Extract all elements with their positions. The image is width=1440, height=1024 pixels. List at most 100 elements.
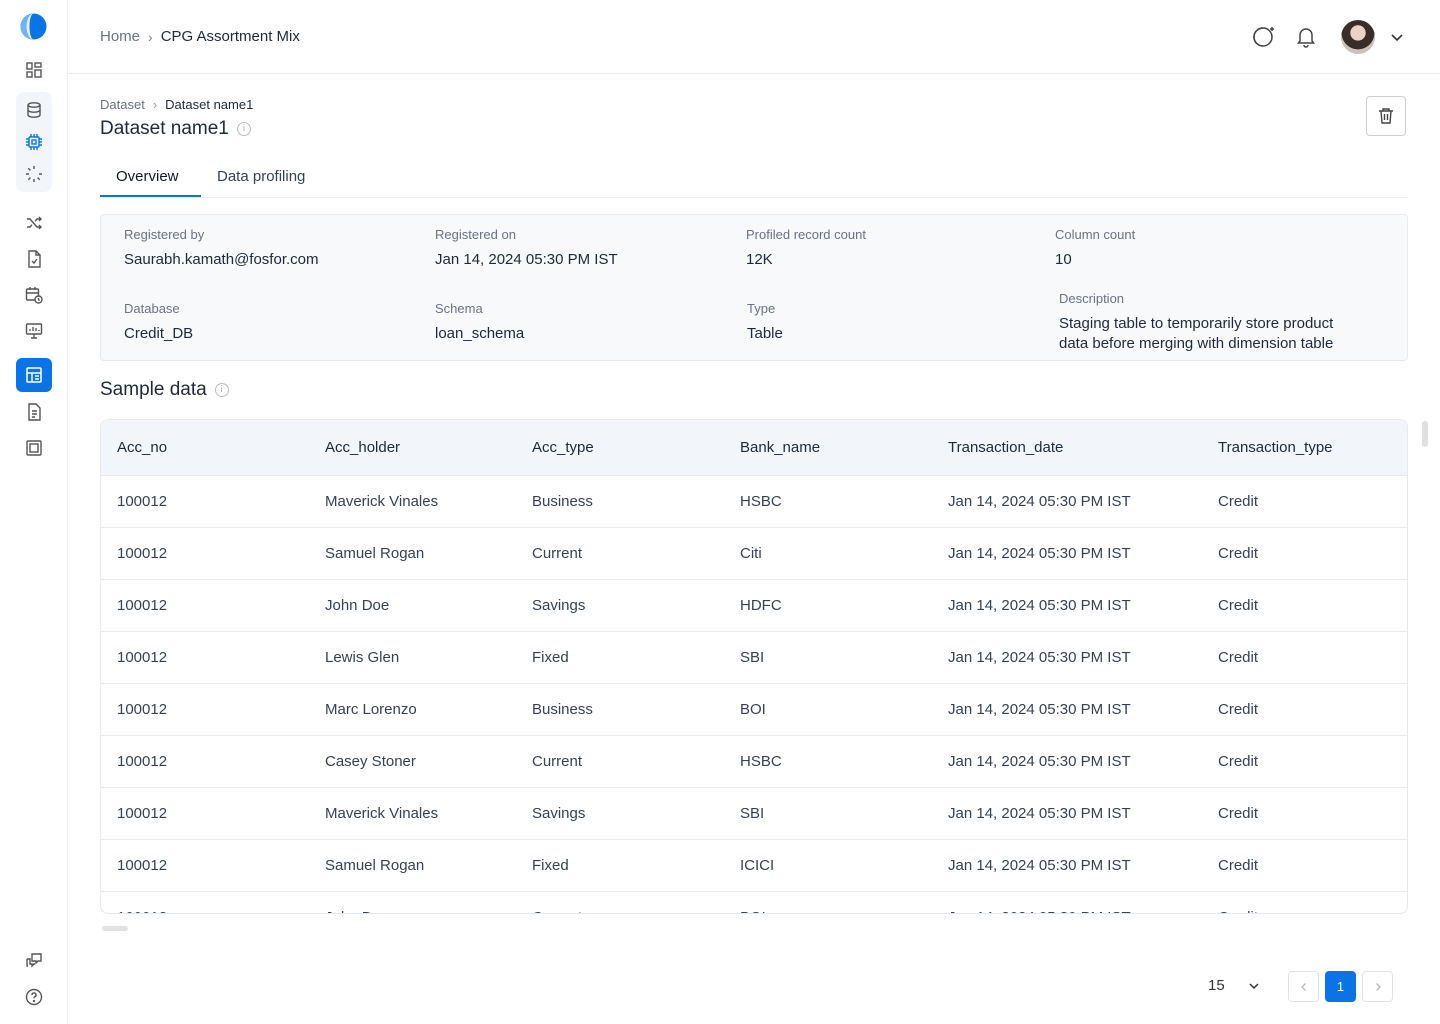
- meta-column-count: Column count 10: [1055, 227, 1136, 268]
- table-cell: Jan 14, 2024 05:30 PM IST: [932, 527, 1202, 580]
- table-row[interactable]: 100012 John Doe Savings HDFC Jan 14, 2024 05…: [101, 579, 1407, 632]
- chevron-down-icon: [1249, 982, 1259, 989]
- table-cell: Credit: [1202, 475, 1407, 528]
- table-body: 100012 Maverick Vinales Business HSBC Jan 14…: [101, 475, 1407, 913]
- loader-icon[interactable]: [16, 157, 52, 191]
- sample-data-title: Sample data: [100, 379, 207, 400]
- table-cell: Credit: [1202, 787, 1407, 840]
- file-check-icon[interactable]: [16, 242, 52, 276]
- column-header-bank-name[interactable]: Bank_name: [724, 420, 932, 476]
- meta-description: Description Staging table to temporarily…: [1059, 291, 1334, 352]
- table-cell: Jan 14, 2024 05:30 PM IST: [932, 839, 1202, 892]
- chevron-right-icon: ›: [148, 28, 153, 45]
- meta-profiled-record-count: Profiled record count 12K: [746, 227, 866, 268]
- database-icon[interactable]: [16, 93, 52, 127]
- table-cell: John Doe: [309, 891, 516, 913]
- bell-icon[interactable]: [1293, 24, 1319, 50]
- chevron-right-icon: [1375, 982, 1381, 991]
- horizontal-scrollbar[interactable]: [102, 926, 128, 931]
- sidebar: [0, 0, 68, 1024]
- table-cell: Maverick Vinales: [309, 475, 516, 528]
- table-cell: 100012: [101, 475, 309, 528]
- calendar-clock-icon[interactable]: [16, 278, 52, 312]
- table-cell: Savings: [516, 579, 724, 632]
- table-cell: HDFC: [724, 579, 932, 632]
- table-cell: Credit: [1202, 839, 1407, 892]
- feedback-icon[interactable]: [16, 944, 52, 978]
- dataset-icon[interactable]: [16, 358, 52, 392]
- table-row[interactable]: 100012John DoeCurrentBOIJan 14, 2024 05:…: [101, 891, 1407, 913]
- column-header-acc-no[interactable]: Acc_no: [101, 420, 309, 476]
- table-cell: Jan 14, 2024 05:30 PM IST: [932, 891, 1202, 913]
- table-row[interactable]: 100012 Maverick Vinales Business HSBC Jan 14…: [101, 475, 1407, 528]
- table-cell: 100012: [101, 631, 309, 684]
- table-cell: Jan 14, 2024 05:30 PM IST: [932, 475, 1202, 528]
- table-row[interactable]: 100012 Lewis Glen Fixed SBI Jan 14, 2024 05:…: [101, 631, 1407, 684]
- table-cell: Casey Stoner: [309, 735, 516, 788]
- frame-icon[interactable]: [16, 431, 52, 465]
- shuffle-icon[interactable]: [16, 206, 52, 240]
- next-page-button[interactable]: [1362, 971, 1393, 1002]
- column-header-acc-type[interactable]: Acc_type: [516, 420, 724, 476]
- info-icon[interactable]: i: [214, 383, 229, 397]
- info-icon[interactable]: i: [236, 122, 251, 136]
- column-header-transaction-type[interactable]: Transaction_type: [1202, 420, 1407, 476]
- table-cell: 100012: [101, 839, 309, 892]
- table-cell: Samuel Rogan: [309, 527, 516, 580]
- logo-icon[interactable]: [20, 13, 47, 40]
- table-row[interactable]: 100012 Maverick Vinales Savings SBI Jan 14, …: [101, 787, 1407, 840]
- table-cell: 100012: [101, 683, 309, 736]
- help-icon[interactable]: [16, 980, 52, 1014]
- monitor-chart-icon[interactable]: [16, 314, 52, 348]
- table-cell: Credit: [1202, 683, 1407, 736]
- sub-breadcrumb-parent[interactable]: Dataset: [100, 97, 145, 112]
- meta-type: Type Table: [747, 301, 783, 342]
- table-cell: ICICI: [724, 839, 932, 892]
- sample-data-table-container[interactable]: Acc_no Acc_holder Acc_type Bank_name Transac…: [100, 419, 1408, 914]
- column-header-acc-holder[interactable]: Acc_holder: [309, 420, 516, 476]
- tab-overview[interactable]: Overview: [116, 168, 179, 197]
- column-header-transaction-date[interactable]: Transaction_date: [932, 420, 1202, 476]
- page-button-current[interactable]: 1: [1325, 971, 1356, 1002]
- breadcrumb-home[interactable]: Home: [100, 28, 140, 45]
- prev-page-button[interactable]: [1288, 971, 1319, 1002]
- table-row[interactable]: 100012 Marc Lorenzo Business BOI Jan 14, 202…: [101, 683, 1407, 736]
- table-cell: Lewis Glen: [309, 631, 516, 684]
- tab-data-profiling[interactable]: Data profiling: [217, 168, 305, 197]
- table-cell: HSBC: [724, 735, 932, 788]
- meta-database: Database Credit_DB: [124, 301, 194, 342]
- dashboard-icon[interactable]: [16, 53, 52, 87]
- table-row[interactable]: 100012 Samuel Rogan Fixed ICICI Jan 14, 2024…: [101, 839, 1407, 892]
- table-cell: Current: [516, 527, 724, 580]
- table-cell: 100012: [101, 735, 309, 788]
- app-root: Home › CPG Assortment Mix Dataset › Data…: [0, 0, 1440, 1024]
- chip-icon[interactable]: [16, 125, 52, 159]
- delete-button[interactable]: [1366, 96, 1406, 136]
- table-cell: BOI: [724, 891, 932, 913]
- top-header: Home › CPG Assortment Mix: [68, 0, 1440, 74]
- page-title-row: Dataset name1 i: [100, 118, 251, 140]
- table-cell: Credit: [1202, 735, 1407, 788]
- table-header-row: Acc_no Acc_holder Acc_type Bank_name Transac…: [101, 420, 1407, 476]
- file-doc-icon[interactable]: [16, 395, 52, 429]
- table-row[interactable]: 100012 Casey Stoner Current HSBC Jan 14, 202…: [101, 735, 1407, 788]
- table-cell: Jan 14, 2024 05:30 PM IST: [932, 579, 1202, 632]
- tab-bar: Overview Data profiling: [100, 158, 1408, 198]
- chevron-down-icon[interactable]: [1388, 28, 1406, 46]
- meta-registered-by: Registered by Saurabh.kamath@fosfor.com: [124, 227, 319, 268]
- sub-breadcrumb: Dataset › Dataset name1: [100, 97, 253, 112]
- theme-toggle-icon[interactable]: [1251, 24, 1277, 50]
- vertical-scrollbar[interactable]: [1422, 421, 1428, 447]
- table-cell: Citi: [724, 527, 932, 580]
- table-cell: Jan 14, 2024 05:30 PM IST: [932, 735, 1202, 788]
- table-row[interactable]: 100012 Samuel Rogan Current Citi Jan 14, 202…: [101, 527, 1407, 580]
- avatar[interactable]: [1341, 20, 1375, 54]
- page-size-select[interactable]: 15: [1208, 977, 1261, 994]
- table-cell: Marc Lorenzo: [309, 683, 516, 736]
- table-cell: Credit: [1202, 527, 1407, 580]
- breadcrumb-current: CPG Assortment Mix: [160, 28, 300, 45]
- table-cell: SBI: [724, 631, 932, 684]
- table-cell: Business: [516, 475, 724, 528]
- meta-registered-on: Registered on Jan 14, 2024 05:30 PM IST: [435, 227, 618, 268]
- table-cell: Savings: [516, 787, 724, 840]
